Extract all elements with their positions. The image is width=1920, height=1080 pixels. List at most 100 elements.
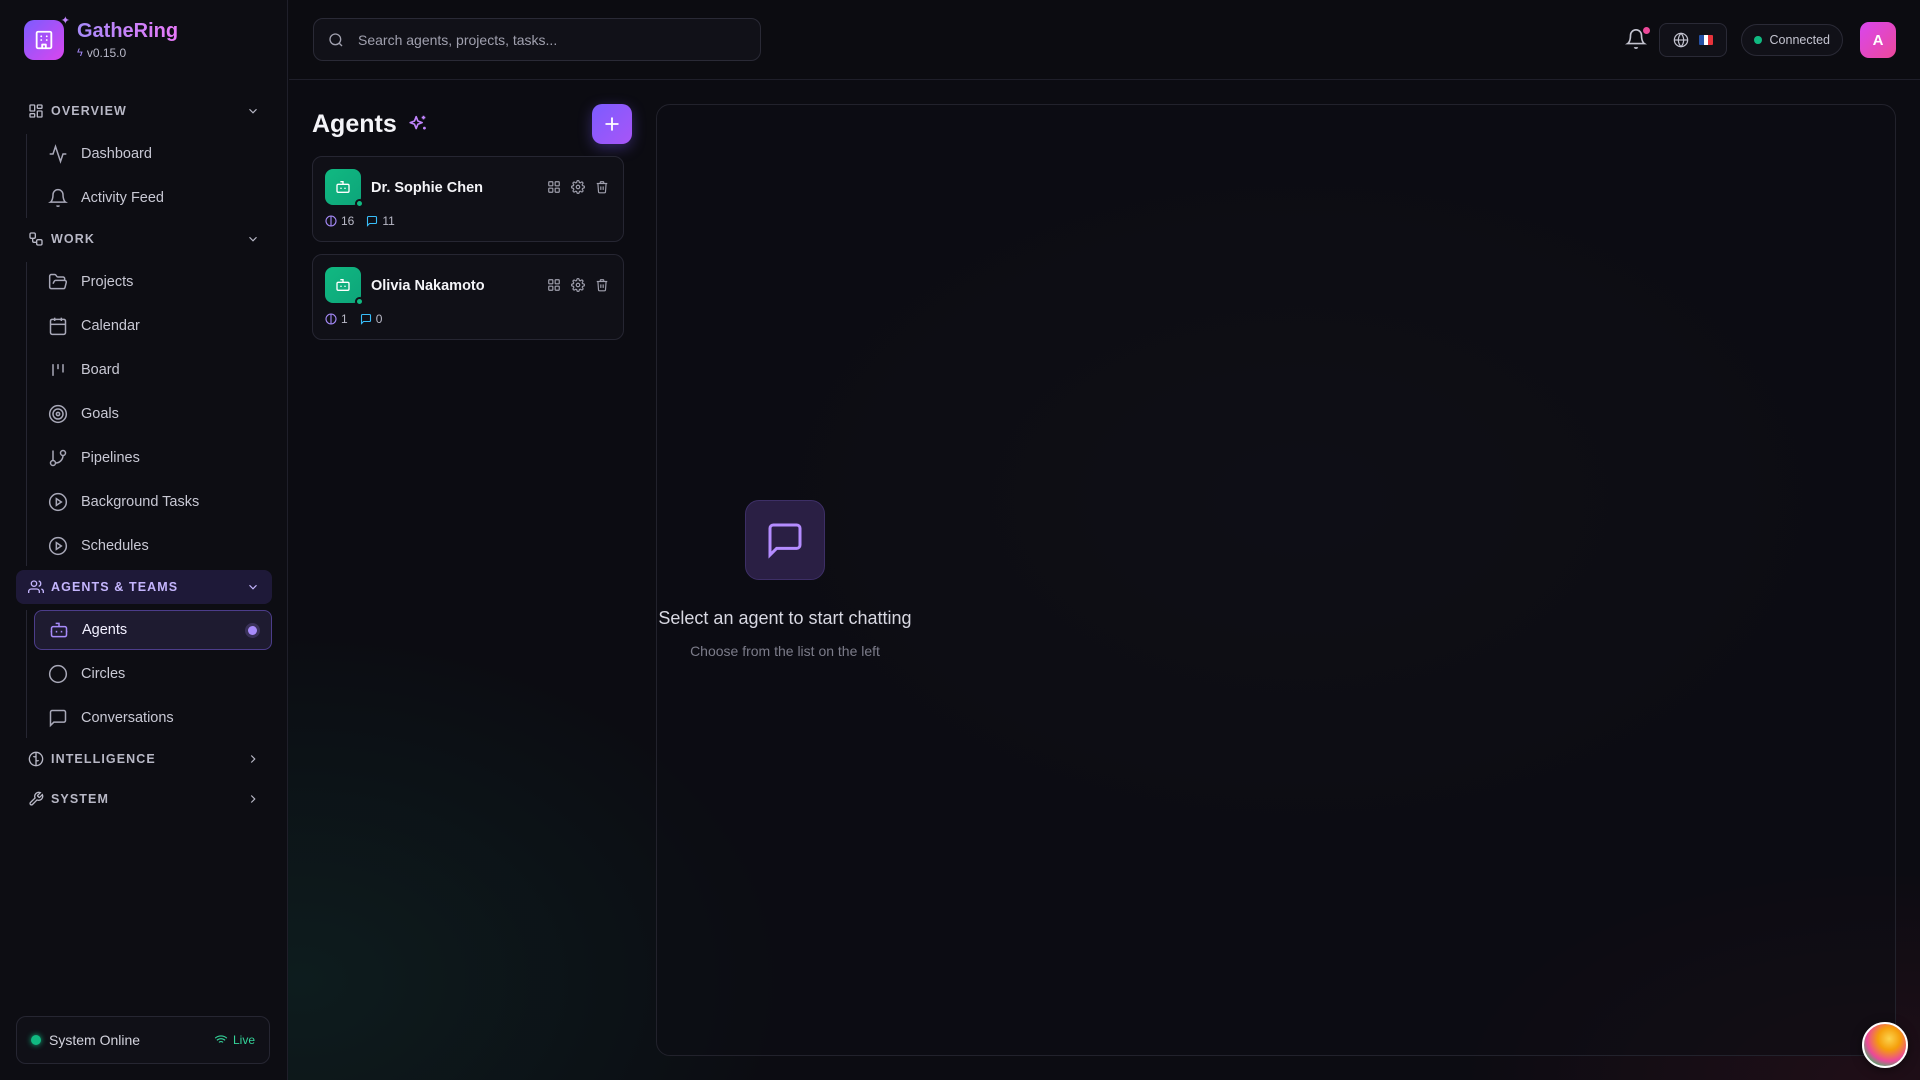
empty-state-title: Select an agent to start chatting — [658, 608, 912, 628]
agent-name: Olivia Nakamoto — [371, 278, 485, 294]
circle-icon — [48, 664, 68, 684]
app-version: v0.15.0 — [86, 46, 127, 60]
grid-icon — [28, 103, 44, 119]
section-agents-teams[interactable]: AGENTS & TEAMS — [16, 570, 272, 604]
play-circle-icon — [48, 492, 68, 512]
dashboard-icon[interactable] — [547, 278, 561, 292]
search-icon — [328, 32, 344, 48]
connection-status: Connected — [1741, 24, 1843, 56]
app-name: GatheRing — [77, 20, 179, 42]
message-count: 0 — [360, 312, 383, 326]
message-count-value: 11 — [382, 214, 395, 228]
live-label: Live — [232, 1033, 255, 1047]
memory-count-value: 1 — [341, 312, 348, 326]
sidebar-item-pipelines[interactable]: Pipelines — [34, 438, 272, 478]
sidebar-item-label: Activity Feed — [81, 190, 164, 206]
sidebar-item-label: Dashboard — [81, 146, 152, 162]
kanban-icon — [48, 360, 68, 380]
sidebar-item-label: Background Tasks — [81, 494, 200, 510]
sidebar-item-label: Circles — [81, 666, 126, 682]
notifications-button[interactable] — [1625, 27, 1650, 50]
section-label: AGENTS & TEAMS — [51, 580, 179, 594]
wifi-icon — [214, 1035, 228, 1045]
workflow-icon — [28, 231, 44, 247]
activity-icon — [48, 144, 68, 164]
sparkle-icon: ✦ — [60, 15, 70, 27]
agent-card[interactable]: Dr. Sophie Chen 16 11 — [312, 156, 624, 242]
sidebar-item-label: Pipelines — [81, 450, 140, 466]
agent-card[interactable]: Olivia Nakamoto 1 0 — [312, 254, 624, 340]
sidebar-item-label: Conversations — [81, 710, 174, 726]
sidebar-nav: OVERVIEW Dashboard Activity Feed WORK Pr… — [16, 94, 272, 822]
sidebar-item-label: Agents — [82, 622, 128, 638]
sidebar-item-circles[interactable]: Circles — [34, 654, 272, 694]
section-label: SYSTEM — [51, 792, 109, 806]
active-indicator — [248, 625, 257, 635]
user-avatar[interactable]: A — [1860, 22, 1896, 58]
trash-icon[interactable] — [595, 278, 609, 292]
sidebar-item-label: Board — [81, 362, 120, 378]
message-square-icon — [48, 708, 68, 728]
sidebar: ✦ GatheRing ϟ v0.15.0 OVERVIEW Dashboard — [0, 0, 288, 1080]
settings-icon[interactable] — [571, 278, 585, 292]
sidebar-item-projects[interactable]: Projects — [34, 262, 272, 302]
brain-icon — [325, 215, 337, 227]
message-count: 11 — [366, 214, 395, 228]
sidebar-item-label: Goals — [81, 406, 119, 422]
sparkles-icon — [407, 113, 429, 135]
play-circle-icon — [48, 536, 68, 556]
calendar-icon — [48, 316, 68, 336]
chat-panel: Select an agent to start chatting Choose… — [656, 104, 1896, 1056]
online-indicator — [355, 199, 364, 208]
sidebar-item-board[interactable]: Board — [34, 350, 272, 390]
section-work[interactable]: WORK — [16, 222, 272, 256]
trash-icon[interactable] — [595, 180, 609, 194]
sidebar-item-label: Projects — [81, 274, 134, 290]
live-indicator: Live — [214, 1033, 255, 1047]
section-system[interactable]: SYSTEM — [16, 782, 272, 816]
notification-badge — [1643, 27, 1650, 34]
bot-icon — [336, 279, 350, 291]
agent-avatar — [325, 169, 364, 208]
assistant-orb-button[interactable] — [1862, 1022, 1908, 1068]
search-bar[interactable] — [313, 18, 761, 61]
git-branch-icon — [48, 448, 68, 468]
globe-icon — [1673, 32, 1689, 48]
message-icon — [367, 215, 378, 227]
section-overview[interactable]: OVERVIEW — [16, 94, 272, 128]
target-icon — [48, 404, 68, 424]
system-status-label: System Online — [49, 1032, 141, 1048]
users-icon — [28, 579, 44, 595]
settings-icon[interactable] — [571, 180, 585, 194]
dashboard-icon[interactable] — [547, 180, 561, 194]
chevron-right-icon — [246, 752, 260, 766]
chevron-right-icon — [246, 792, 260, 806]
agent-list: Dr. Sophie Chen 16 11 Olivia Nakamoto 1 … — [312, 156, 632, 340]
empty-state: Select an agent to start chatting Choose… — [657, 500, 913, 659]
sidebar-item-goals[interactable]: Goals — [34, 394, 272, 434]
add-agent-button[interactable] — [592, 104, 632, 144]
sidebar-item-calendar[interactable]: Calendar — [34, 306, 272, 346]
sidebar-item-schedules[interactable]: Schedules — [34, 526, 272, 566]
sidebar-item-agents[interactable]: Agents — [34, 610, 272, 650]
sidebar-item-background-tasks[interactable]: Background Tasks — [34, 482, 272, 522]
page-title: Agents — [312, 109, 397, 138]
top-header: Connected A — [289, 0, 1920, 80]
brand[interactable]: ✦ GatheRing ϟ v0.15.0 — [24, 15, 179, 60]
search-input[interactable] — [358, 31, 738, 48]
memory-count: 1 — [325, 312, 348, 326]
sidebar-item-dashboard[interactable]: Dashboard — [34, 134, 272, 174]
sidebar-item-label: Calendar — [81, 318, 140, 334]
section-label: WORK — [51, 232, 95, 246]
chevron-down-icon — [246, 104, 260, 118]
brain-icon — [325, 313, 337, 325]
wrench-icon — [28, 791, 44, 807]
sidebar-item-conversations[interactable]: Conversations — [34, 698, 272, 738]
sidebar-item-activity-feed[interactable]: Activity Feed — [34, 178, 272, 218]
language-selector[interactable] — [1659, 23, 1727, 57]
empty-state-subtitle: Choose from the list on the left — [690, 643, 880, 659]
message-square-icon — [745, 500, 825, 580]
message-count-value: 0 — [375, 312, 383, 326]
bot-icon — [49, 620, 69, 640]
section-intelligence[interactable]: INTELLIGENCE — [16, 742, 272, 776]
